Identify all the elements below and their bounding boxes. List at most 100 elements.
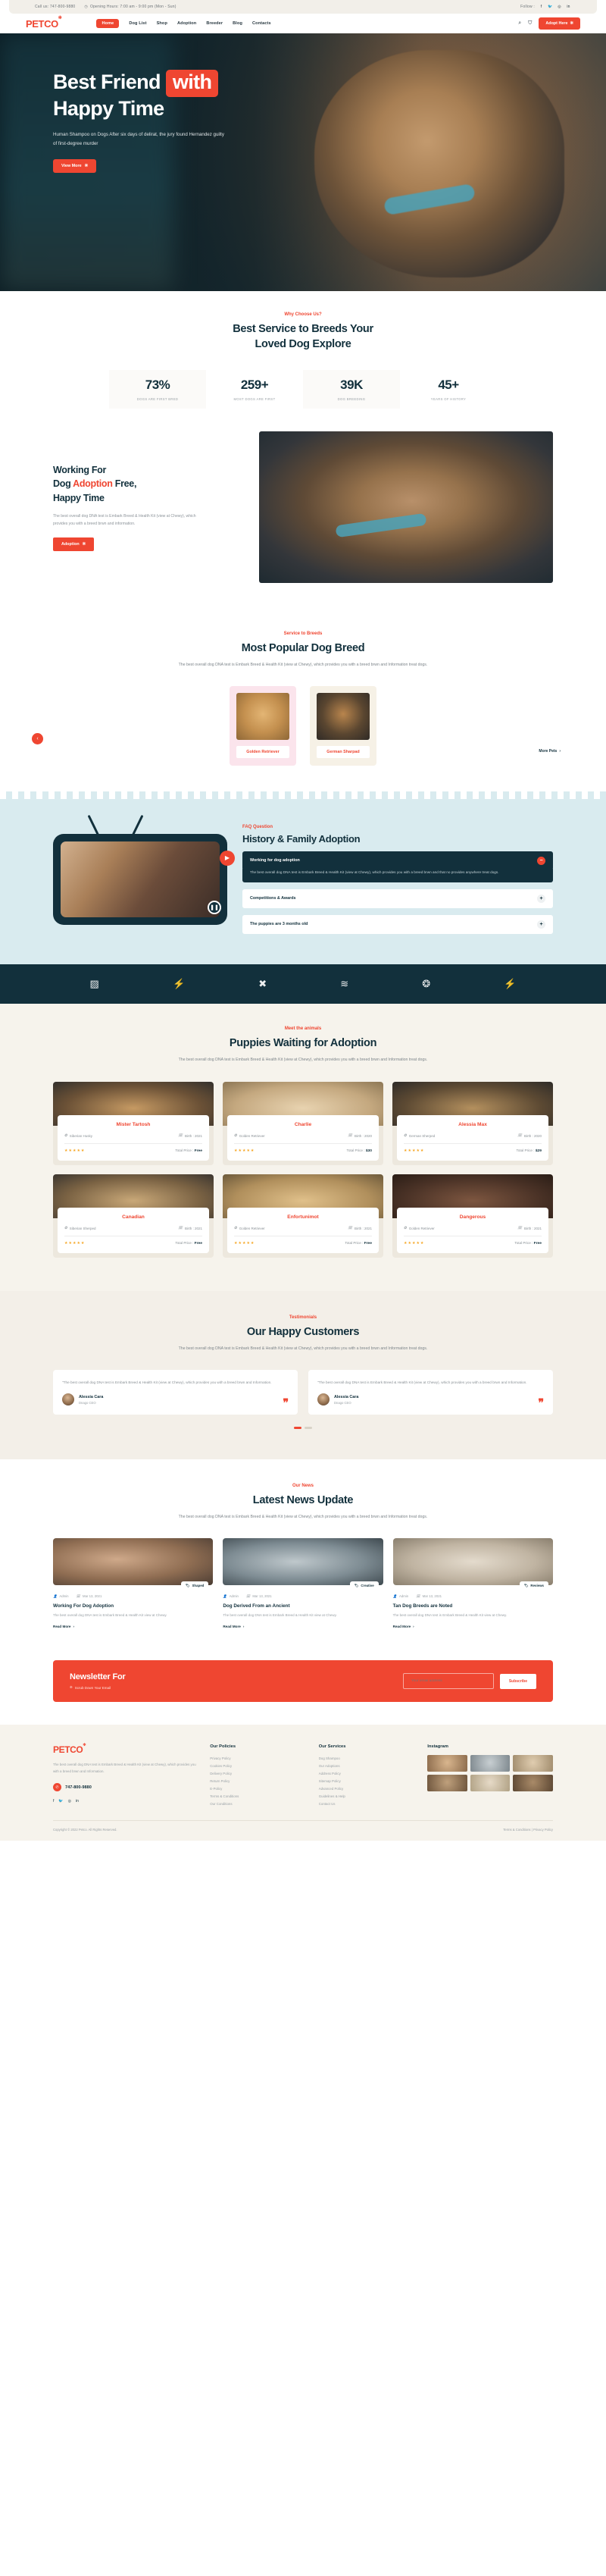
facebook-icon[interactable]: f: [53, 1799, 54, 1804]
adopt-here-button[interactable]: Adopt Here ❊: [539, 17, 580, 30]
play-icon[interactable]: ▶: [220, 850, 235, 866]
accordion-item-open[interactable]: Working for dog adoption −: [242, 851, 553, 870]
plus-icon[interactable]: +: [537, 920, 545, 929]
accordion-question: Working for dog adoption: [250, 858, 300, 863]
footer-link[interactable]: Contact Us: [319, 1800, 416, 1808]
carousel-dot[interactable]: [305, 1427, 312, 1430]
nav-item-home[interactable]: Home: [96, 19, 120, 28]
hero-banner: ❊ Best Friend with Happy Time Human Sham…: [0, 33, 606, 291]
puppy-card-body: Charlie ❂ Golden Retriever 🗓 Birth : 2020 …: [227, 1115, 379, 1161]
instagram-icon[interactable]: ◎: [557, 5, 562, 10]
testimonial-card: "The best overall dog DNA test is Embark…: [308, 1369, 553, 1415]
footer-link[interactable]: Advanced Policy: [319, 1785, 416, 1793]
site-logo[interactable]: PETCO✻: [26, 16, 62, 29]
calendar-icon: 🗓: [178, 1226, 183, 1230]
carousel-prev-icon[interactable]: ‹: [32, 732, 43, 744]
nav-item-blog[interactable]: Blog: [233, 21, 242, 26]
news-card[interactable]: 🏷 Creative 👤 Admin 🗓 Mar 13, 2021 Dog Deri…: [223, 1537, 383, 1628]
footer-link[interactable]: Sitemap Policy: [319, 1778, 416, 1785]
instagram-thumb[interactable]: [427, 1755, 467, 1772]
footer-phone[interactable]: ✆ 747-800-9880: [53, 1783, 198, 1792]
footer-link[interactable]: Dog Shampoo: [319, 1755, 416, 1763]
footer-link[interactable]: Address Policy: [319, 1770, 416, 1778]
news-image: 🏷 Reviews: [392, 1537, 553, 1590]
news-card[interactable]: 🏷 Reviews 👤 Admin 🗓 Mar 13, 2021 Tan Dog B…: [392, 1537, 553, 1628]
facebook-icon[interactable]: f: [539, 5, 544, 10]
search-icon[interactable]: ⌕: [518, 20, 521, 27]
minus-icon[interactable]: −: [537, 856, 545, 865]
newsletter-email-input[interactable]: [402, 1673, 494, 1690]
topbar-phone[interactable]: Call us: 747-800-9880: [35, 5, 75, 9]
instagram-thumb[interactable]: [470, 1775, 511, 1792]
puppy-name: Enfortunimot: [287, 1214, 319, 1221]
footer-link[interactable]: Our Conditions: [210, 1800, 307, 1808]
plus-icon[interactable]: +: [537, 894, 545, 903]
breeds-subtitle: The best overall dog DNA test is Embark …: [178, 662, 428, 667]
read-more-link[interactable]: Read More ›: [223, 1625, 383, 1628]
more-pets-link[interactable]: More Pets ›: [539, 749, 561, 754]
brand-logo-2: ⚡: [172, 977, 186, 989]
news-headline[interactable]: Dog Derived From an Ancient: [223, 1603, 383, 1609]
accordion-item-collapsed[interactable]: The puppies are 3 months old +: [242, 914, 553, 934]
accordion-item-collapsed[interactable]: Competitions & Awards +: [242, 888, 553, 908]
cart-icon[interactable]: ⛉: [528, 20, 532, 27]
read-more-link[interactable]: Read More ›: [53, 1625, 213, 1628]
instagram-icon[interactable]: ◎: [68, 1799, 71, 1804]
subscribe-button[interactable]: Subscribe: [499, 1673, 536, 1689]
adoption-button[interactable]: Adoption ❊: [53, 537, 95, 551]
linkedin-icon[interactable]: in: [566, 5, 571, 10]
puppy-price-row: ★★★★★ Total Price : Free: [234, 1241, 372, 1246]
footer-terms-links[interactable]: Terms & Conditions | Privacy Policy: [503, 1828, 553, 1832]
footer-link[interactable]: Terms & Conditions: [210, 1793, 307, 1800]
breed-card[interactable]: Golden Retriever: [230, 685, 296, 766]
nav-item-shop[interactable]: Shop: [157, 21, 167, 26]
footer-link[interactable]: Return Policy: [210, 1778, 307, 1785]
puppy-price-row: ★★★★★ Total Price : Free: [64, 1241, 202, 1246]
news-headline[interactable]: Tan Dog Breeds are Noted: [393, 1603, 553, 1609]
testimonial-name: Alessia Cara: [334, 1394, 359, 1399]
twitter-icon[interactable]: 🐦: [548, 5, 553, 10]
nav-links: Home Dog List Shop Adoption Breeder Blog…: [96, 19, 271, 28]
instagram-thumb[interactable]: [427, 1775, 467, 1792]
twitter-icon[interactable]: 🐦: [58, 1799, 63, 1804]
puppy-breed: Siberian Husky: [69, 1133, 93, 1138]
nav-item-breeder[interactable]: Breeder: [206, 21, 223, 26]
news-tag-label: Shaped: [192, 1584, 205, 1588]
news-headline[interactable]: Working For Dog Adoption: [53, 1603, 213, 1609]
footer-logo[interactable]: PETCO✻: [53, 1743, 198, 1755]
price-value: Free: [533, 1242, 542, 1246]
calendar-icon: 🗓: [76, 1594, 81, 1598]
pause-icon[interactable]: ❚❚: [208, 900, 221, 914]
topbar-phone-text: Call us: 747-800-9880: [35, 5, 76, 9]
footer-link[interactable]: Guidelines & Help: [319, 1793, 416, 1800]
view-more-button[interactable]: View More ❊: [53, 158, 97, 173]
footer-link[interactable]: Delivery Policy: [210, 1770, 307, 1778]
price-value: $29: [535, 1149, 542, 1154]
video-thumbnail[interactable]: [61, 841, 220, 917]
puppy-card[interactable]: Canadian ❂ Siberian Sherped 🗓 Birth : 2021…: [53, 1174, 214, 1258]
tv-video-frame: ▶ ❚❚: [53, 833, 235, 925]
puppy-card[interactable]: Enfortunimot ❂ Golden Retriever 🗓 Birth : …: [223, 1174, 383, 1258]
news-card[interactable]: 🏷 Shaped 👤 Admin 🗓 Mar 13, 2021 Working Fo…: [53, 1537, 214, 1628]
footer-link[interactable]: E-Policy: [210, 1785, 307, 1793]
instagram-thumb[interactable]: [470, 1755, 511, 1772]
news-subtitle: The best overall dog DNA test is Embark …: [178, 1514, 428, 1519]
puppy-card[interactable]: Dangerous ❂ Golden Retriever 🗓 Birth : 202…: [392, 1174, 553, 1258]
nav-item-dog-list[interactable]: Dog List: [129, 21, 146, 26]
news-author: Admin: [399, 1594, 409, 1599]
instagram-thumb[interactable]: [513, 1755, 553, 1772]
nav-item-contacts[interactable]: Contacts: [252, 21, 271, 26]
footer-link[interactable]: Our Adoptions: [319, 1763, 416, 1770]
nav-item-adoption[interactable]: Adoption: [177, 21, 196, 26]
puppy-card[interactable]: Charlie ❂ Golden Retriever 🗓 Birth : 2020 …: [223, 1082, 383, 1166]
puppy-card[interactable]: Mister Tartosh ❂ Siberian Husky 🗓 Birth : …: [53, 1082, 214, 1166]
footer-link[interactable]: Cookies Policy: [210, 1763, 307, 1770]
linkedin-icon[interactable]: in: [76, 1799, 79, 1804]
puppy-card[interactable]: Alessia Max ❂ German Sherped 🗓 Birth : 202…: [392, 1082, 553, 1166]
carousel-dots: [53, 1427, 553, 1430]
carousel-dot-active[interactable]: [294, 1427, 301, 1430]
footer-link[interactable]: Privacy Policy: [210, 1755, 307, 1763]
read-more-link[interactable]: Read More ›: [393, 1625, 553, 1628]
breed-card[interactable]: German Sharpad: [310, 685, 376, 766]
instagram-thumb[interactable]: [513, 1775, 553, 1792]
